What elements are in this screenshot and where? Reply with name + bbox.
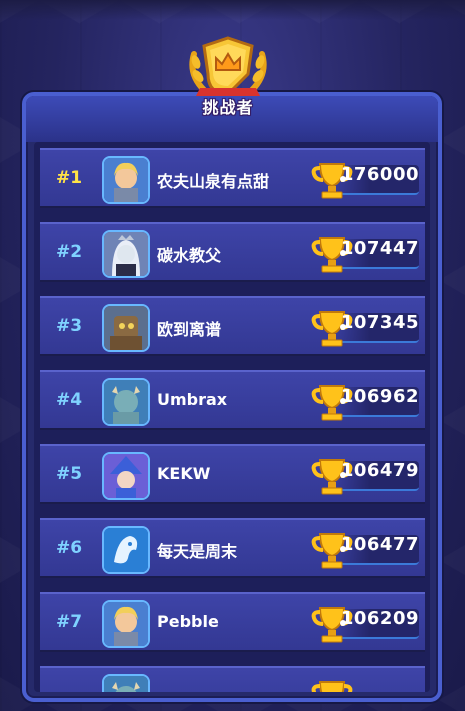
- rank-label: #2: [56, 242, 83, 262]
- rank-label: #7: [56, 612, 83, 632]
- player-avatar[interactable]: [102, 600, 150, 648]
- player-avatar[interactable]: [102, 526, 150, 574]
- top-shade: [0, 0, 465, 20]
- player-score: 106962: [340, 386, 419, 407]
- player-avatar[interactable]: [102, 452, 150, 500]
- rank-label: #5: [56, 464, 83, 484]
- leaderboard-row[interactable]: #6 每天是周末 106477: [40, 518, 425, 578]
- player-score: 107345: [340, 312, 419, 333]
- leaderboard-row[interactable]: #7 Pebble 106209: [40, 592, 425, 652]
- leaderboard-row[interactable]: #2 碳水教父 107447: [40, 222, 425, 282]
- player-score: 106209: [340, 608, 419, 629]
- rank-label: #1: [56, 168, 83, 188]
- player-name: 碳水教父: [157, 246, 222, 265]
- player-name: 欧到离谱: [157, 320, 222, 339]
- leaderboard-row[interactable]: #1 农夫山泉有点甜 176000: [40, 148, 425, 208]
- rank-label: #3: [56, 316, 83, 336]
- trophy-icon: [310, 678, 354, 692]
- player-score: 106477: [340, 534, 419, 555]
- leaderboard-list[interactable]: #1 农夫山泉有点甜 176000 #2 碳水教父 107447 #3 欧到离谱 107345 #…: [34, 142, 430, 692]
- player-name: KEKW: [157, 464, 211, 483]
- leaderboard-row[interactable]: #3 欧到离谱 107345: [40, 296, 425, 356]
- player-name: 农夫山泉有点甜: [157, 172, 270, 191]
- leaderboard-panel: #1 农夫山泉有点甜 176000 #2 碳水教父 107447 #3 欧到离谱 107345 #…: [22, 92, 442, 702]
- rank-label: #4: [56, 390, 83, 410]
- badge-title: 挑战者: [202, 98, 254, 117]
- player-score: 107447: [340, 238, 419, 259]
- leaderboard-row[interactable]: #5 KEKW 106479: [40, 444, 425, 504]
- crown-shield-badge-icon: [189, 36, 267, 96]
- player-score: 106479: [340, 460, 419, 481]
- player-avatar[interactable]: [102, 674, 150, 692]
- player-avatar[interactable]: [102, 156, 150, 204]
- player-avatar[interactable]: [102, 230, 150, 278]
- challenger-badge: 挑战者: [186, 34, 270, 117]
- player-avatar[interactable]: [102, 378, 150, 426]
- leaderboard-row[interactable]: #4 Umbrax 106962: [40, 370, 425, 430]
- player-name: 每天是周末: [157, 542, 238, 561]
- player-name: Pebble: [157, 612, 219, 631]
- player-avatar[interactable]: [102, 304, 150, 352]
- gold-trophy-icon: [311, 681, 353, 692]
- player-score: 176000: [340, 164, 419, 185]
- player-name: Umbrax: [157, 390, 228, 409]
- leaderboard-row-partial[interactable]: [40, 666, 425, 692]
- rank-label: #6: [56, 538, 83, 558]
